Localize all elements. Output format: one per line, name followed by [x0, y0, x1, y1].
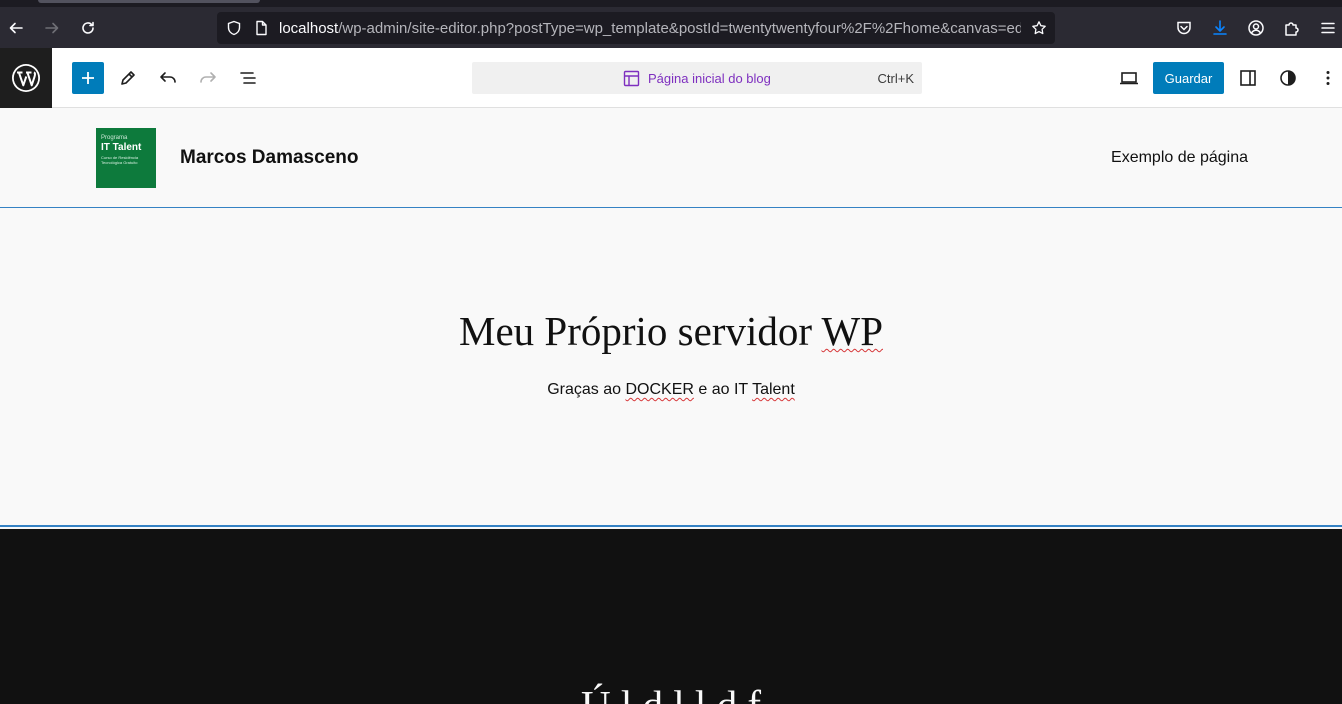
account-button[interactable]	[1245, 17, 1267, 39]
downloads-button[interactable]	[1209, 17, 1231, 39]
list-view-icon	[240, 72, 256, 84]
nav-link-example-page[interactable]: Exemplo de página	[1111, 149, 1248, 167]
account-icon	[1248, 20, 1264, 36]
url-text[interactable]: localhost/wp-admin/site-editor.php?postT…	[279, 20, 1021, 37]
document-overview-button[interactable]	[232, 62, 264, 94]
command-palette-bar[interactable]: Página inicial do blog Ctrl+K	[472, 62, 922, 94]
reload-button[interactable]	[76, 16, 100, 40]
download-icon	[1213, 20, 1227, 35]
hero-subtitle[interactable]: Graças ao DOCKER e ao IT Talent	[0, 381, 1342, 399]
undo-icon	[160, 72, 176, 83]
save-button[interactable]: Guardar	[1153, 62, 1224, 94]
wordpress-icon	[12, 64, 40, 92]
back-button[interactable]	[4, 16, 28, 40]
tools-button[interactable]	[112, 62, 144, 94]
keyboard-shortcut: Ctrl+K	[877, 71, 914, 86]
menu-button[interactable]	[1317, 17, 1339, 39]
puzzle-icon	[1285, 22, 1299, 36]
url-host: localhost	[279, 20, 339, 37]
redo-button[interactable]	[192, 62, 224, 94]
arrow-left-icon	[9, 22, 23, 34]
template-title: Página inicial do blog	[648, 71, 771, 86]
site-title[interactable]: Marcos Damasceno	[180, 147, 358, 169]
undo-button[interactable]	[152, 62, 184, 94]
pocket-button[interactable]	[1173, 17, 1195, 39]
hero-heading-text: Meu Próprio servidor	[458, 308, 822, 354]
hamburger-menu-icon	[1321, 22, 1335, 34]
hero-subtitle-start: Graças ao	[547, 381, 626, 398]
browser-toolbar: localhost/wp-admin/site-editor.php?postT…	[0, 0, 1342, 48]
desktop-icon	[1120, 72, 1138, 85]
forward-button[interactable]	[40, 16, 64, 40]
editor-canvas[interactable]: Programa IT Talent Curso de Residência T…	[0, 108, 1342, 704]
plus-icon	[82, 72, 94, 84]
pencil-icon	[121, 71, 135, 85]
logo-line-program: Programa	[101, 135, 128, 141]
logo-line-brand: IT Talent	[101, 142, 142, 153]
reload-icon	[82, 21, 94, 34]
template-icon	[623, 70, 640, 87]
url-bar[interactable]: localhost/wp-admin/site-editor.php?postT…	[217, 12, 1055, 44]
tab-strip	[0, 0, 1342, 7]
bookmark-star-icon[interactable]	[1031, 20, 1047, 36]
active-tab[interactable]	[38, 0, 260, 3]
contrast-icon	[1280, 70, 1296, 86]
hero-heading-flagged-word: WP	[821, 308, 884, 354]
device-preview-button[interactable]	[1113, 62, 1145, 94]
hero-subtitle-middle: e ao IT	[693, 381, 753, 398]
extensions-button[interactable]	[1281, 17, 1303, 39]
page-icon[interactable]	[253, 20, 269, 36]
options-button[interactable]	[1312, 62, 1342, 94]
logo-line-tagline: Curso de Residência Tecnológica Gratuito	[101, 155, 139, 165]
sidebar-icon	[1240, 70, 1256, 86]
add-block-button[interactable]	[72, 62, 104, 94]
dark-section-heading[interactable]: Ú l d l l d f	[0, 681, 1342, 704]
shield-icon[interactable]	[226, 20, 242, 36]
hero-subtitle-flagged-talent: Talent	[752, 381, 795, 398]
hero-subtitle-flagged-docker: DOCKER	[625, 381, 694, 398]
pocket-icon	[1177, 21, 1191, 35]
editor-header: Página inicial do blog Ctrl+K Guardar	[0, 48, 1342, 108]
dark-section[interactable]: Ú l d l l d f	[0, 529, 1342, 704]
arrow-right-icon	[45, 22, 59, 34]
hero-section[interactable]: Meu Próprio servidor WP Graças ao DOCKER…	[0, 209, 1342, 617]
site-header[interactable]: Programa IT Talent Curso de Residência T…	[0, 108, 1342, 208]
hero-heading[interactable]: Meu Próprio servidor WP	[0, 307, 1342, 355]
wordpress-logo-button[interactable]	[0, 48, 52, 108]
url-path: /wp-admin/site-editor.php?postType=wp_te…	[338, 20, 1021, 37]
more-vertical-icon	[1326, 71, 1330, 85]
site-logo[interactable]: Programa IT Talent Curso de Residência T…	[96, 128, 156, 188]
redo-icon	[200, 72, 216, 83]
styles-button[interactable]	[1272, 62, 1304, 94]
settings-button[interactable]	[1232, 62, 1264, 94]
